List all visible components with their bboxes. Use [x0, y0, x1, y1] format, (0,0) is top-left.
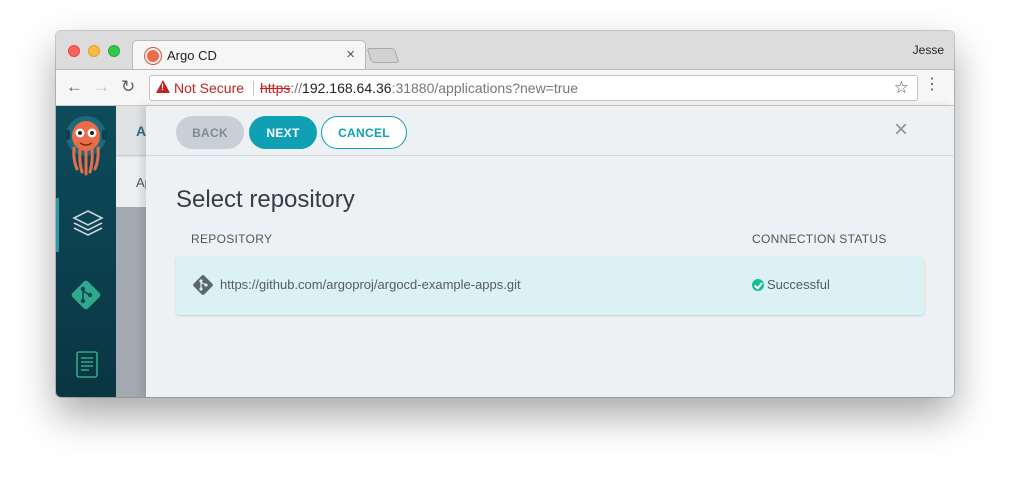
argo-logo-icon[interactable] — [65, 114, 107, 176]
address-divider — [253, 81, 254, 96]
url-host: 192.168.64.36 — [302, 80, 392, 96]
argo-favicon-icon — [145, 48, 161, 64]
background-row: Ap — [116, 157, 152, 207]
browser-menu-icon[interactable]: ⋮ — [924, 77, 940, 93]
background-header: A — [116, 106, 146, 156]
app-area: A Ap BACK NEXT CANCEL × Select repositor… — [56, 106, 954, 397]
minimize-window-button[interactable] — [88, 45, 100, 57]
profile-name[interactable]: Jesse — [913, 43, 944, 57]
bookmark-star-icon[interactable]: ☆ — [894, 78, 909, 98]
background-overlay — [116, 207, 146, 397]
url-separator: :// — [290, 80, 303, 96]
back-button[interactable]: BACK — [176, 116, 244, 149]
reload-icon[interactable]: ↻ — [121, 77, 135, 97]
sidebar-item-repositories[interactable] — [56, 268, 116, 322]
browser-window: Argo CD × Jesse ← → ↻ Not Secure https:/… — [56, 31, 954, 397]
git-repo-icon — [193, 275, 213, 295]
git-icon — [71, 280, 101, 310]
repository-url: https://github.com/argoproj/argocd-examp… — [220, 277, 521, 292]
layers-icon — [72, 210, 104, 236]
page-title: Select repository — [176, 186, 355, 213]
background-page: A Ap — [116, 106, 152, 397]
back-arrow-icon[interactable]: ← — [66, 77, 83, 97]
repository-row[interactable]: https://github.com/argoproj/argocd-examp… — [176, 256, 924, 315]
url-scheme: https — [260, 80, 291, 96]
close-icon[interactable]: × — [894, 116, 908, 144]
next-button[interactable]: NEXT — [249, 116, 317, 149]
url-path: :31880/applications?new=true — [391, 80, 578, 96]
maximize-window-button[interactable] — [108, 45, 120, 57]
column-header-status: CONNECTION STATUS — [752, 232, 887, 246]
security-label[interactable]: Not Secure — [174, 80, 244, 96]
address-bar[interactable]: Not Secure https://192.168.64.36:31880/a… — [149, 75, 918, 101]
close-window-button[interactable] — [68, 45, 80, 57]
warning-icon — [156, 80, 170, 93]
sidebar-item-docs[interactable] — [56, 338, 116, 392]
tab-title: Argo CD — [167, 48, 217, 63]
connection-status: Successful — [767, 277, 830, 292]
browser-toolbar: ← → ↻ Not Secure https://192.168.64.36:3… — [56, 69, 954, 106]
docs-icon — [76, 351, 98, 378]
panel-header: BACK NEXT CANCEL × — [146, 106, 954, 156]
new-app-panel: BACK NEXT CANCEL × Select repository REP… — [146, 106, 954, 397]
forward-arrow-icon[interactable]: → — [93, 77, 110, 97]
sidebar-item-applications[interactable] — [56, 198, 116, 252]
background-header-text: A — [136, 123, 147, 139]
cancel-button[interactable]: CANCEL — [321, 116, 407, 149]
column-header-repository: REPOSITORY — [191, 232, 273, 246]
tab-strip: Argo CD × Jesse — [56, 31, 954, 70]
url-text[interactable]: https://192.168.64.36:31880/applications… — [260, 80, 578, 96]
check-circle-icon — [752, 279, 764, 291]
new-tab-button[interactable] — [366, 48, 400, 63]
tab-close-icon[interactable]: × — [346, 46, 355, 63]
sidebar — [56, 106, 116, 397]
browser-tab-argo[interactable]: Argo CD × — [132, 40, 366, 70]
